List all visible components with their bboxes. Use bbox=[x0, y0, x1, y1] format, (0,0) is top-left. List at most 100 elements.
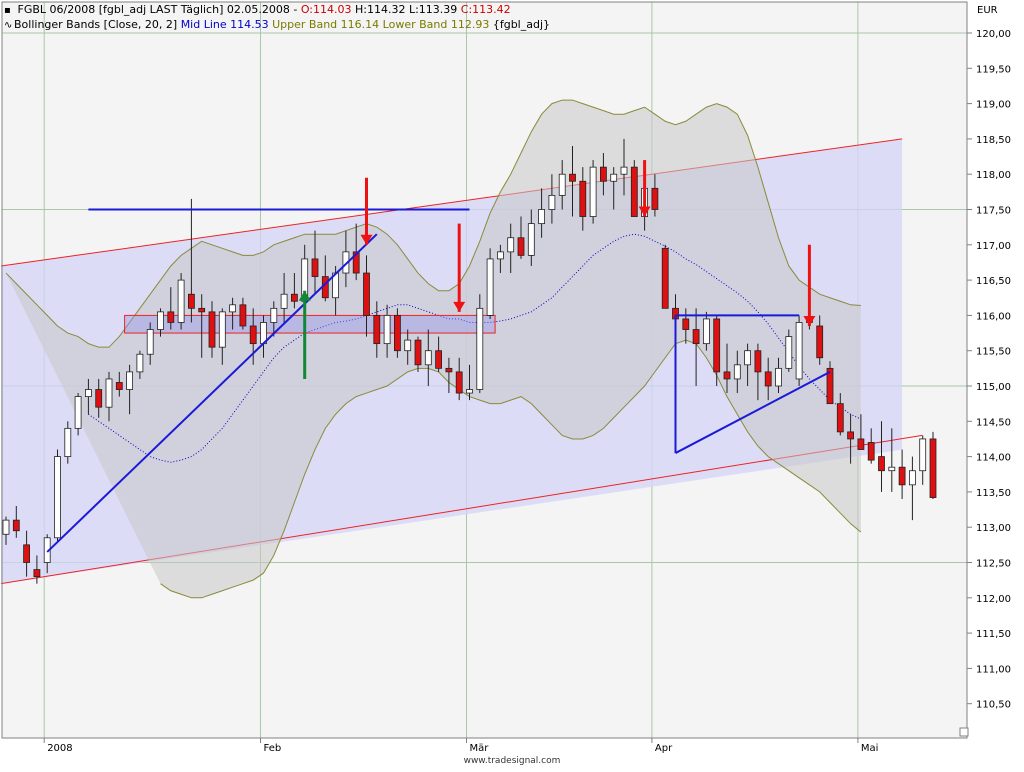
candle-body bbox=[229, 304, 237, 313]
indicator-header: ∿ Bollinger Bands [Close, 20, 2] Mid Line… bbox=[4, 18, 550, 33]
candle-body bbox=[569, 173, 576, 182]
y-tick-label: 118,50 bbox=[976, 135, 1011, 146]
close-value: C:113.42 bbox=[460, 3, 511, 16]
open-value: O:114.03 bbox=[300, 3, 352, 16]
y-tick-label: 118,00 bbox=[976, 170, 1011, 181]
candle-body bbox=[115, 382, 123, 390]
candle-body bbox=[466, 389, 473, 394]
time-axis: 2008 Feb Mär Apr Mai bbox=[43, 738, 879, 754]
indicator-source: {fgbl_adj} bbox=[492, 18, 551, 31]
candle-body bbox=[929, 438, 937, 498]
candle-body bbox=[713, 318, 721, 373]
candle-body bbox=[270, 307, 278, 323]
candle-body bbox=[393, 314, 401, 352]
candle-body bbox=[919, 438, 927, 472]
candle-body bbox=[85, 389, 92, 397]
candle-body bbox=[455, 371, 463, 394]
candle-body bbox=[146, 329, 154, 355]
candle-body bbox=[64, 427, 72, 457]
candle-body bbox=[517, 237, 525, 256]
candle-body bbox=[280, 293, 288, 309]
candle-body bbox=[898, 466, 906, 486]
y-tick-label: 112,50 bbox=[976, 559, 1011, 570]
symbol-text: FGBL 06/2008 [fgbl_adj LAST Täglich] 02.… bbox=[17, 3, 298, 16]
candle-body bbox=[363, 272, 370, 316]
candle-body bbox=[476, 307, 484, 390]
candle-body bbox=[754, 350, 762, 373]
candle-body bbox=[795, 322, 803, 380]
y-tick-label: 115,50 bbox=[976, 347, 1011, 358]
candle-body bbox=[610, 173, 618, 182]
candle-body bbox=[816, 325, 824, 359]
candle-body bbox=[23, 544, 31, 563]
candle-body bbox=[74, 396, 82, 429]
candle-body bbox=[764, 371, 772, 387]
candle-body bbox=[177, 279, 185, 323]
y-tick-label: 114,50 bbox=[976, 417, 1011, 428]
candle-body bbox=[661, 247, 669, 309]
candle-body bbox=[249, 325, 257, 345]
high-value: H:114.32 bbox=[354, 3, 406, 16]
x-tick-label: Feb bbox=[264, 743, 282, 754]
candle-body bbox=[775, 367, 782, 387]
candle-body bbox=[414, 339, 422, 366]
low-value: L:113.39 bbox=[408, 3, 458, 16]
candle-body bbox=[12, 519, 20, 532]
candle-body bbox=[692, 329, 700, 345]
candle-body bbox=[785, 336, 793, 369]
indicator-name: Bollinger Bands [Close, 20, 2] bbox=[14, 18, 178, 31]
y-tick-label: 117,50 bbox=[976, 206, 1011, 217]
candle-body bbox=[496, 251, 504, 260]
candle-body bbox=[445, 367, 453, 373]
candle-body bbox=[527, 223, 535, 256]
credit-text: www.tradesignal.com bbox=[463, 756, 561, 766]
candle-body bbox=[723, 371, 731, 380]
y-tick-label: 115,00 bbox=[976, 382, 1011, 393]
candle-body bbox=[589, 166, 597, 217]
candle-body bbox=[888, 466, 896, 472]
candle-body bbox=[198, 307, 206, 313]
candle-body bbox=[744, 350, 751, 366]
candle-body bbox=[558, 173, 566, 196]
candle-body bbox=[579, 180, 587, 217]
candle-body bbox=[126, 371, 133, 390]
chart-window: 120,00 119,50 119,00 118,50 118,00 117,50 117,… bbox=[0, 0, 1024, 768]
candle-body bbox=[878, 456, 885, 472]
candle-body bbox=[208, 311, 216, 348]
candle-body bbox=[167, 311, 175, 323]
candle-body bbox=[703, 318, 710, 345]
candle-body bbox=[836, 403, 844, 433]
candle-body bbox=[682, 318, 690, 330]
candle-body bbox=[33, 569, 41, 578]
y-tick-label: 114,00 bbox=[976, 453, 1011, 464]
candle-body bbox=[538, 209, 545, 225]
candle-body bbox=[311, 258, 319, 277]
candle-body bbox=[620, 166, 628, 175]
y-tick-label: 110,50 bbox=[976, 700, 1011, 711]
candle-body bbox=[630, 166, 638, 217]
y-tick-label: 111,00 bbox=[976, 664, 1011, 675]
y-tick-label: 112,00 bbox=[976, 594, 1011, 605]
x-tick-label: Mai bbox=[861, 743, 879, 754]
candle-body bbox=[157, 311, 164, 330]
candle-body bbox=[373, 314, 381, 345]
candle-body bbox=[867, 442, 875, 461]
y-tick-label: 113,50 bbox=[976, 488, 1011, 499]
price-axis: 120,00 119,50 119,00 118,50 118,00 117,50 117,… bbox=[967, 29, 1011, 711]
candle-body bbox=[218, 311, 226, 348]
x-tick-label: Apr bbox=[655, 743, 673, 754]
y-tick-label: 117,00 bbox=[976, 241, 1011, 252]
mid-line-value: Mid Line 114.53 bbox=[180, 18, 269, 31]
candle-body bbox=[548, 194, 556, 210]
candle-body bbox=[239, 304, 247, 327]
candle-body bbox=[290, 293, 298, 302]
resize-handle[interactable] bbox=[959, 727, 969, 737]
lower-band-value: Lower Band 112.93 bbox=[382, 18, 490, 31]
y-tick-label: 111,50 bbox=[976, 629, 1011, 640]
price-chart[interactable]: 120,00 119,50 119,00 118,50 118,00 117,50 117,… bbox=[0, 0, 1024, 768]
candle-body bbox=[909, 470, 916, 486]
candle-body bbox=[857, 438, 865, 450]
candle-body bbox=[404, 339, 412, 352]
candle-body bbox=[54, 456, 61, 539]
y-tick-label: 119,00 bbox=[976, 100, 1011, 111]
